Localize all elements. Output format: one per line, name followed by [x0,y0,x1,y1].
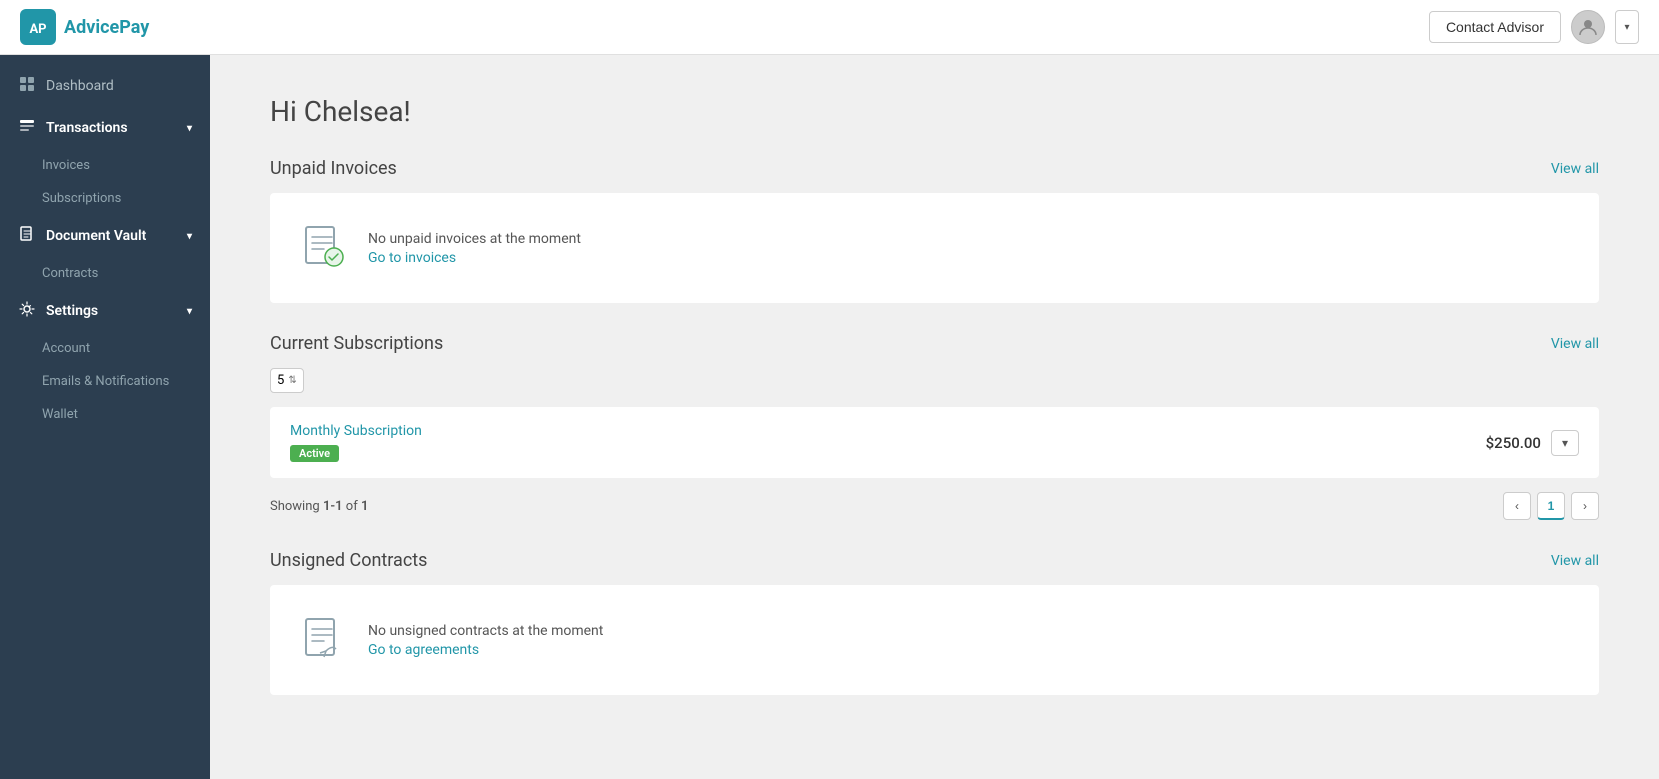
sidebar-item-wallet[interactable]: Wallet [0,398,210,431]
sidebar-transactions-label: Transactions [46,120,128,136]
subscriptions-view-all[interactable]: View all [1551,336,1599,352]
go-to-invoices-link[interactable]: Go to invoices [368,250,456,266]
unpaid-invoices-empty-content: No unpaid invoices at the moment Go to i… [368,231,581,266]
sidebar-item-account[interactable]: Account [0,332,210,365]
logo-text: AdvicePay [64,17,149,38]
user-avatar-button[interactable] [1571,10,1605,44]
settings-icon [18,301,36,321]
contracts-view-all[interactable]: View all [1551,553,1599,569]
sidebar-item-subscriptions[interactable]: Subscriptions [0,182,210,215]
unsigned-contracts-empty-content: No unsigned contracts at the moment Go t… [368,623,603,658]
document-vault-chevron: ▾ [187,231,192,242]
subscription-card-left: Monthly Subscription Active [290,423,422,462]
sidebar-item-dashboard-label: Dashboard [46,78,114,94]
unsigned-contracts-empty-message: No unsigned contracts at the moment [368,623,603,639]
unpaid-invoices-header-row: Unpaid Invoices View all [270,158,1599,179]
unpaid-invoices-empty-card: No unpaid invoices at the moment Go to i… [270,193,1599,303]
top-header: AP AdvicePay Contact Advisor ▾ [0,0,1659,55]
current-subscriptions-title: Current Subscriptions [270,333,443,354]
subscription-card-right: $250.00 ▾ [1486,430,1579,456]
current-subscriptions-header-row: Current Subscriptions View all [270,333,1599,354]
current-subscriptions-section: Current Subscriptions View all 5 ⇅ Month… [270,333,1599,520]
settings-chevron: ▾ [187,306,192,317]
header-right: Contact Advisor ▾ [1429,10,1639,44]
sidebar-item-dashboard[interactable]: Dashboard [0,65,210,107]
sidebar-document-vault-label: Document Vault [46,228,146,244]
pagination-controls: ‹ 1 › [1503,492,1599,520]
go-to-agreements-link[interactable]: Go to agreements [368,642,479,658]
logo-icon: AP [20,9,56,45]
sidebar-settings-label: Settings [46,303,98,319]
dashboard-icon [18,76,36,96]
sidebar-item-document-vault[interactable]: Document Vault ▾ [0,215,210,257]
unpaid-invoices-title: Unpaid Invoices [270,158,397,179]
subscription-action-dropdown[interactable]: ▾ [1551,430,1579,456]
sidebar-item-transactions[interactable]: Transactions ▾ [0,107,210,149]
sidebar-account-label: Account [42,341,90,356]
per-page-arrows-icon: ⇅ [288,375,296,386]
per-page-selector[interactable]: 5 ⇅ [270,368,304,393]
sidebar-emails-label: Emails & Notifications [42,374,169,389]
subscription-name-link[interactable]: Monthly Subscription [290,423,422,439]
pagination-page-1-button[interactable]: 1 [1537,492,1565,520]
logo-area: AP AdvicePay [20,9,149,45]
sidebar-item-emails-notifications[interactable]: Emails & Notifications [0,365,210,398]
subscription-controls: 5 ⇅ [270,368,1599,393]
transactions-chevron: ▾ [187,123,192,134]
page-greeting: Hi Chelsea! [270,95,1599,128]
active-status-badge: Active [290,445,339,462]
unsigned-contracts-empty-card: No unsigned contracts at the moment Go t… [270,585,1599,695]
svg-text:AP: AP [29,22,46,37]
per-page-value: 5 [277,373,284,388]
contact-advisor-button[interactable]: Contact Advisor [1429,11,1561,43]
pagination-row: Showing 1-1 of 1 ‹ 1 › [270,492,1599,520]
sidebar: Dashboard Transactions ▾ Invoices Subscr… [0,55,210,779]
app-layout: Dashboard Transactions ▾ Invoices Subscr… [0,55,1659,779]
unpaid-invoices-view-all[interactable]: View all [1551,161,1599,177]
showing-text: Showing 1-1 of 1 [270,499,368,514]
unsigned-contracts-title: Unsigned Contracts [270,550,427,571]
pagination-prev-button[interactable]: ‹ [1503,492,1531,520]
sidebar-subscriptions-label: Subscriptions [42,191,121,206]
sidebar-item-contracts[interactable]: Contracts [0,257,210,290]
unpaid-invoices-section: Unpaid Invoices View all No unpaid invoi… [270,158,1599,303]
pagination-next-button[interactable]: › [1571,492,1599,520]
document-vault-icon [18,226,36,246]
invoice-empty-icon [298,223,348,273]
subscription-card: Monthly Subscription Active $250.00 ▾ [270,407,1599,478]
unpaid-invoices-empty-message: No unpaid invoices at the moment [368,231,581,247]
user-menu-dropdown-button[interactable]: ▾ [1615,10,1639,44]
sidebar-item-invoices[interactable]: Invoices [0,149,210,182]
sidebar-wallet-label: Wallet [42,407,78,422]
main-content: Hi Chelsea! Unpaid Invoices View all No … [210,55,1659,779]
sidebar-item-settings[interactable]: Settings ▾ [0,290,210,332]
subscription-amount: $250.00 [1486,434,1541,452]
sidebar-contracts-label: Contracts [42,266,98,281]
sidebar-invoices-label: Invoices [42,158,90,173]
unsigned-contracts-section: Unsigned Contracts View all No unsigned … [270,550,1599,695]
contracts-empty-icon [298,615,348,665]
unsigned-contracts-header-row: Unsigned Contracts View all [270,550,1599,571]
transactions-icon [18,118,36,138]
